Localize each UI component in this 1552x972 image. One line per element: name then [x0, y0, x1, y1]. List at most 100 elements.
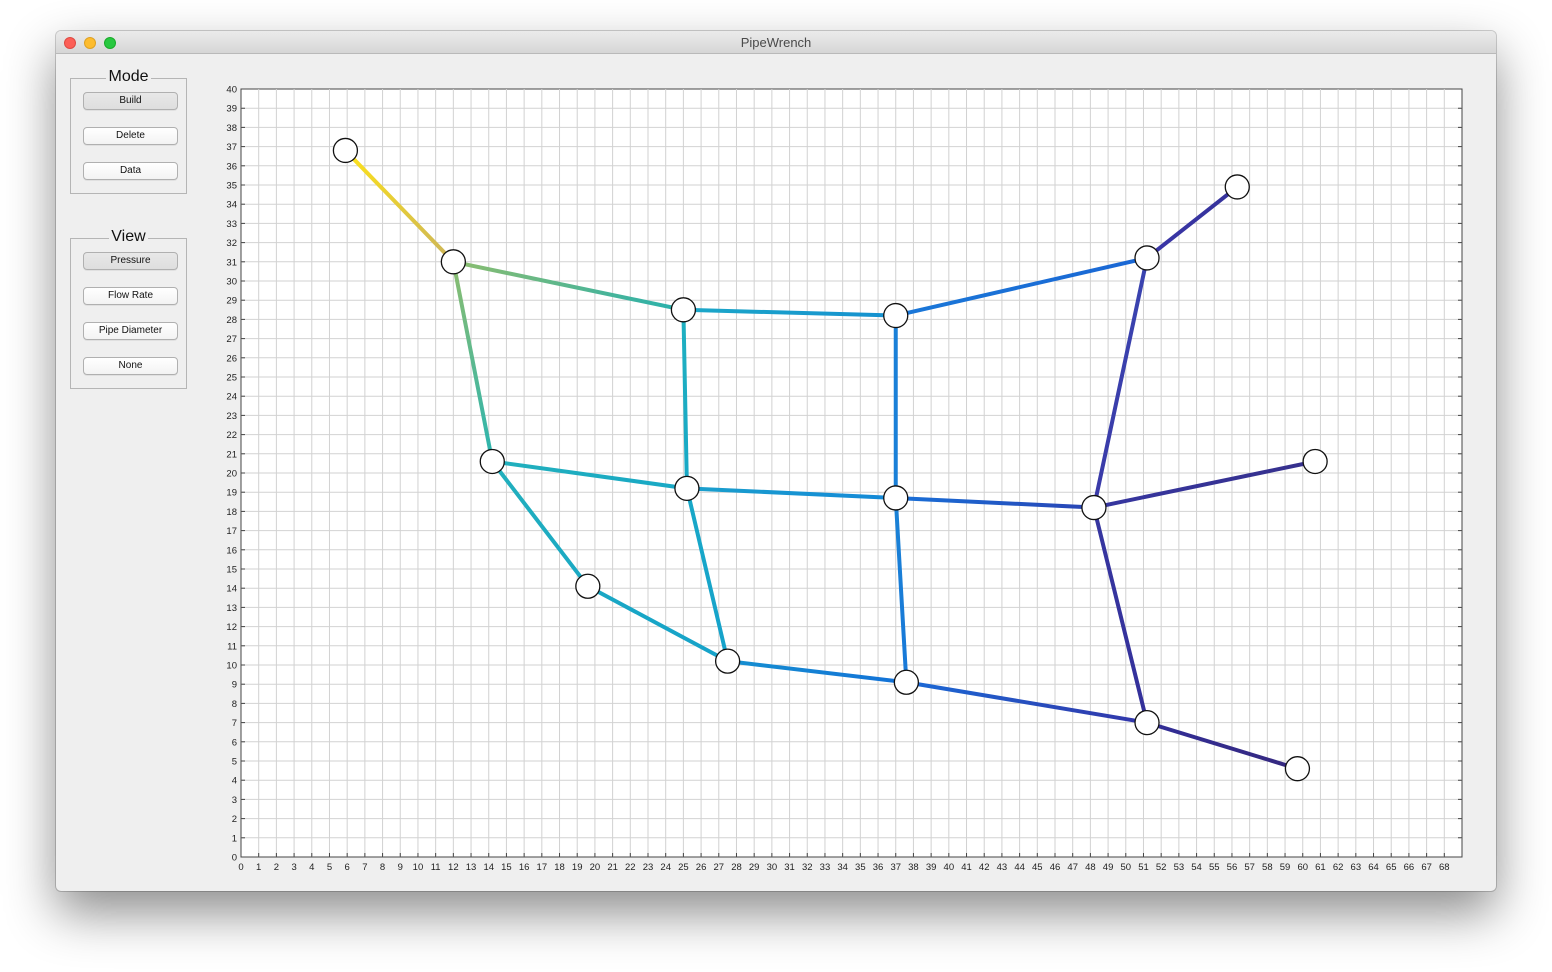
x-tick-label: 11: [431, 862, 441, 873]
y-tick-label: 25: [226, 373, 237, 384]
junction-node-n1[interactable]: [332, 137, 359, 164]
x-tick-label: 21: [607, 862, 618, 873]
y-tick-label: 33: [226, 219, 237, 230]
y-tick-label: 36: [226, 161, 237, 172]
junction-node-n11[interactable]: [1302, 448, 1328, 475]
y-tick-label: 5: [232, 757, 237, 768]
x-tick-label: 63: [1351, 862, 1362, 873]
junction-node-n12[interactable]: [575, 573, 601, 599]
x-tick-label: 66: [1404, 862, 1415, 873]
y-tick-label: 14: [226, 584, 237, 595]
x-tick-label: 68: [1439, 862, 1450, 873]
x-tick-label: 28: [731, 862, 742, 873]
junction-node-n10[interactable]: [1081, 494, 1107, 521]
x-tick-label: 13: [466, 862, 477, 873]
junction-node-n5[interactable]: [1134, 245, 1160, 271]
x-tick-label: 45: [1032, 862, 1043, 873]
x-tick-label: 14: [483, 862, 494, 873]
y-tick-label: 15: [226, 565, 237, 576]
x-tick-label: 3: [291, 862, 296, 873]
x-tick-label: 6: [345, 862, 350, 873]
x-tick-label: 44: [1014, 862, 1025, 873]
x-tick-label: 59: [1280, 862, 1291, 873]
x-tick-label: 2: [274, 862, 279, 873]
x-tick-label: 50: [1120, 862, 1131, 873]
y-tick-label: 22: [226, 430, 237, 441]
y-tick-label: 28: [226, 315, 237, 326]
junction-node-n7[interactable]: [479, 448, 505, 475]
x-tick-label: 57: [1244, 862, 1255, 873]
x-tick-label: 40: [944, 862, 955, 873]
junction-node-n3[interactable]: [670, 297, 697, 323]
x-tick-label: 7: [362, 862, 367, 873]
x-tick-label: 34: [837, 862, 848, 873]
x-tick-label: 67: [1421, 862, 1432, 873]
x-tick-label: 61: [1315, 862, 1326, 873]
x-tick-label: 42: [979, 862, 990, 873]
x-tick-label: 12: [448, 862, 459, 873]
y-tick-label: 23: [226, 411, 237, 422]
x-tick-label: 41: [961, 862, 972, 873]
x-tick-label: 53: [1174, 862, 1185, 873]
junction-node-n13[interactable]: [714, 648, 741, 674]
x-tick-label: 19: [572, 862, 583, 873]
y-tick-label: 40: [226, 85, 237, 96]
junction-node-n2[interactable]: [440, 249, 466, 275]
x-tick-label: 4: [309, 862, 314, 873]
x-tick-label: 55: [1209, 862, 1220, 873]
x-tick-label: 9: [398, 862, 403, 873]
y-tick-label: 2: [232, 814, 237, 825]
x-tick-label: 17: [537, 862, 548, 873]
y-tick-label: 8: [232, 699, 237, 710]
x-tick-label: 23: [643, 862, 654, 873]
y-tick-label: 21: [226, 449, 237, 460]
y-tick-label: 34: [226, 200, 237, 211]
y-tick-label: 4: [232, 776, 237, 787]
y-tick-label: 11: [227, 641, 237, 652]
x-tick-label: 62: [1333, 862, 1344, 873]
x-tick-label: 64: [1368, 862, 1379, 873]
x-tick-label: 60: [1297, 862, 1308, 873]
junction-node-n8[interactable]: [674, 475, 700, 502]
junction-node-n4[interactable]: [883, 302, 909, 329]
x-tick-label: 51: [1138, 862, 1149, 873]
x-tick-label: 10: [413, 862, 424, 873]
x-tick-label: 58: [1262, 862, 1273, 873]
y-tick-label: 7: [232, 718, 237, 729]
x-tick-label: 35: [855, 862, 866, 873]
y-tick-label: 18: [226, 507, 237, 518]
x-tick-label: 49: [1103, 862, 1114, 873]
pipe-network-plot[interactable]: 0 1 2 3 4 5 6 7 8 9 10 11 12 13 14 15 16 17 18 19 20 21 22 23 24…: [56, 31, 1496, 891]
x-tick-label: 27: [713, 862, 724, 873]
y-tick-label: 32: [226, 238, 237, 249]
x-tick-label: 16: [519, 862, 530, 873]
x-tick-label: 37: [890, 862, 901, 873]
y-tick-label: 35: [226, 181, 237, 192]
x-tick-label: 0: [238, 862, 243, 873]
junction-node-n15[interactable]: [1134, 709, 1160, 736]
x-tick-label: 22: [625, 862, 636, 873]
x-tick-label: 8: [380, 862, 385, 873]
junction-node-n6[interactable]: [1224, 174, 1250, 200]
x-tick-label: 1: [256, 862, 261, 873]
y-tick-label: 13: [226, 603, 237, 614]
x-tick-label: 20: [590, 862, 601, 873]
x-tick-label: 31: [784, 862, 795, 873]
y-tick-label: 12: [226, 622, 237, 633]
x-tick-label: 15: [501, 862, 512, 873]
x-tick-label: 29: [749, 862, 760, 873]
junction-node-n14[interactable]: [893, 669, 920, 695]
x-tick-label: 48: [1085, 862, 1096, 873]
junction-node-n9[interactable]: [883, 485, 909, 511]
x-tick-label: 54: [1191, 862, 1202, 873]
x-tick-label: 39: [926, 862, 937, 873]
junction-node-n16[interactable]: [1284, 756, 1311, 782]
y-tick-label: 6: [232, 737, 237, 748]
grid-lines: [241, 89, 1462, 857]
y-tick-label: 38: [226, 123, 237, 134]
x-tick-label: 52: [1156, 862, 1167, 873]
y-tick-label: 19: [226, 488, 237, 499]
x-tick-label: 56: [1227, 862, 1238, 873]
x-tick-label: 33: [820, 862, 831, 873]
y-tick-label: 31: [226, 257, 237, 268]
